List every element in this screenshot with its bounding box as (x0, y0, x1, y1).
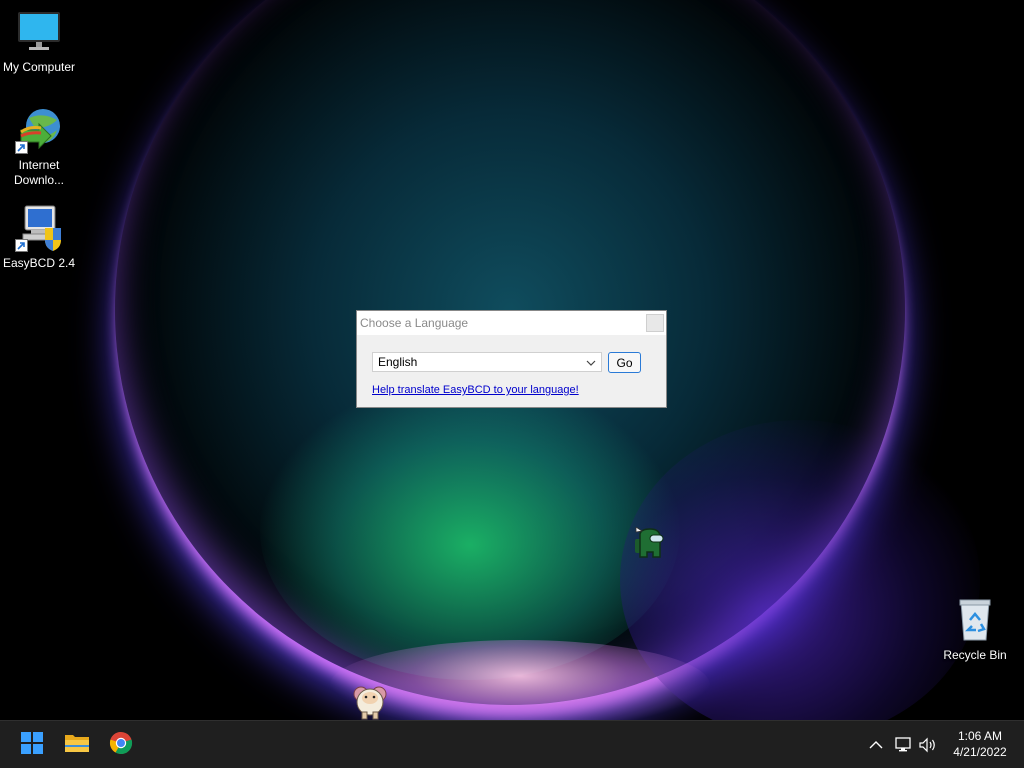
network-icon[interactable] (893, 735, 913, 755)
taskbar-file-explorer[interactable] (61, 729, 93, 761)
monitor-icon (15, 8, 63, 56)
start-icon (20, 731, 44, 760)
internet-download-manager-icon (15, 106, 63, 154)
chevron-up-icon[interactable] (866, 735, 886, 755)
sheep-pet-icon[interactable] (350, 682, 390, 720)
shortcut-arrow-icon (15, 239, 28, 252)
shortcut-arrow-icon (15, 141, 28, 154)
taskbar: 1:06 AM 4/21/2022 (0, 720, 1024, 768)
desktop-icon-label: Recycle Bin (943, 648, 1007, 662)
desktop-icon-label: My Computer (2, 60, 76, 74)
desktop-icon-recycle-bin[interactable]: Recycle Bin (936, 596, 1014, 663)
clock-time: 1:06 AM (957, 729, 1003, 743)
volume-icon[interactable] (918, 735, 938, 755)
easybcd-icon (15, 204, 63, 252)
chrome-icon (109, 731, 133, 760)
dialog-title: Choose a Language (360, 316, 469, 330)
wallpaper-glow-green (260, 380, 680, 680)
desktop-icon-label: Internet Downlo... (13, 158, 65, 187)
clock-date: 4/21/2022 (953, 745, 1007, 759)
taskbar-chrome[interactable] (105, 729, 137, 761)
chevron-down-icon (586, 355, 596, 369)
choose-language-dialog: Choose a Language English Go Help transl… (356, 310, 667, 408)
language-select-value: English (378, 355, 418, 369)
desktop: My Computer Internet Downlo... EasyBCD 2… (0, 0, 1024, 720)
recycle-bin-icon (951, 596, 999, 644)
taskbar-clock[interactable]: 1:06 AM 4/21/2022 (940, 728, 1020, 760)
dialog-close-button[interactable] (646, 314, 664, 332)
among-us-crewmate-icon[interactable] (633, 526, 667, 561)
file-explorer-icon (64, 732, 90, 759)
desktop-icon-internet-download-manager[interactable]: Internet Downlo... (0, 106, 78, 188)
help-translate-link[interactable]: Help translate EasyBCD to your language! (372, 384, 579, 396)
dialog-titlebar[interactable]: Choose a Language (357, 311, 666, 335)
go-button[interactable]: Go (608, 352, 641, 373)
desktop-icon-easybcd[interactable]: EasyBCD 2.4 (0, 204, 78, 271)
desktop-icon-label: EasyBCD 2.4 (2, 256, 76, 270)
language-select[interactable]: English (372, 352, 602, 372)
desktop-icon-my-computer[interactable]: My Computer (0, 8, 78, 75)
start-button[interactable] (16, 729, 48, 761)
